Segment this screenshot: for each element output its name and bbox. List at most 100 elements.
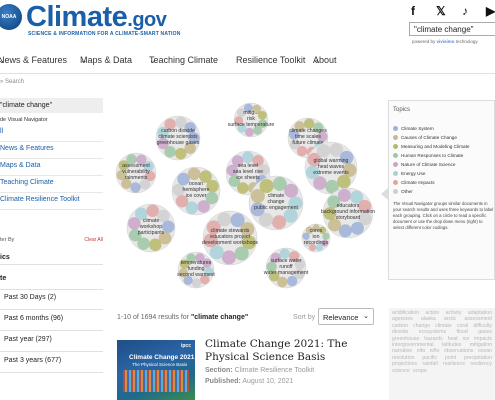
sort-select[interactable]: Relevance ⌄ (318, 308, 374, 325)
result-title[interactable]: Climate Change 2021: The Physical Scienc… (205, 338, 385, 364)
nav-divider (0, 73, 495, 74)
document-bubble[interactable] (242, 151, 254, 163)
date-option-30days[interactable]: Past 30 Days (2) (4, 294, 104, 301)
legend-pointer (381, 188, 388, 200)
bubble-canvas[interactable]: carbon dioxide climate scientists greenhou… (106, 98, 382, 298)
sidebar-active-query[interactable]: "climate change" (0, 98, 103, 113)
cluster-label-line: second warmest (177, 272, 215, 278)
document-bubble[interactable] (217, 212, 232, 227)
nav-news-features[interactable]: News & Features ⌄ (0, 55, 67, 66)
legend-label: Other (401, 189, 413, 194)
legend-item[interactable]: Climate Impacts (393, 180, 435, 185)
legend-item[interactable]: Other (393, 189, 413, 194)
noaa-logo[interactable]: NOAA (0, 4, 22, 30)
legend-dot (393, 180, 398, 185)
document-bubble[interactable] (316, 144, 331, 158)
twitter-icon[interactable]: 𝕏 (436, 4, 446, 18)
legend-item[interactable]: Nature of Climate Science (393, 162, 455, 167)
document-bubble[interactable] (177, 172, 190, 186)
cluster-label[interactable]: assessment vulnerability rainments (122, 163, 150, 181)
main-nav: News & Features ⌄ Maps & Data ⌄ Teaching… (0, 55, 495, 69)
chevron-down-icon: ⌄ (363, 313, 369, 320)
nav-label: Resilience Toolkit (236, 55, 306, 65)
nav-teaching-climate[interactable]: Teaching Climate ⌄ (149, 55, 218, 66)
date-option-year[interactable]: Past year (297) (4, 336, 104, 343)
legend-label: Nature of Climate Science (401, 162, 456, 167)
cluster-label-line: storyboard (336, 215, 361, 221)
sidebar-visual-navigator[interactable]: de Visual Navigator (0, 113, 103, 125)
legend-label: Causes of Climate Change (401, 135, 458, 140)
document-bubble[interactable] (286, 275, 298, 287)
tagline: SCIENCE & INFORMATION FOR A CLIMATE-SMAR… (28, 31, 181, 37)
document-bubble[interactable] (187, 167, 201, 181)
document-bubble[interactable] (234, 246, 249, 261)
document-bubble[interactable] (350, 221, 364, 235)
filter-date[interactable]: te (0, 275, 103, 289)
clear-all-link[interactable]: Clear All (84, 237, 103, 243)
result-published: Published: August 10, 2021 (205, 378, 293, 385)
document-bubble[interactable] (271, 215, 287, 230)
document-bubble[interactable] (322, 232, 330, 240)
legend-dot (393, 126, 398, 131)
sidebar-item-maps[interactable]: Maps & Data (0, 159, 103, 176)
legend-dot (393, 189, 398, 194)
youtube-icon[interactable]: ▶ (486, 4, 495, 18)
sidebar-item-teaching[interactable]: Teaching Climate (0, 176, 103, 193)
document-bubble[interactable] (259, 178, 274, 194)
legend-item[interactable]: Measuring and Modeling Climate (393, 144, 470, 149)
meta-value: August 10, 2021 (242, 378, 294, 385)
thumb-badge: ipcc (180, 343, 191, 349)
document-bubble[interactable] (130, 182, 141, 193)
site-logo[interactable]: Climate.gov (26, 1, 167, 34)
document-bubble[interactable] (175, 147, 187, 160)
tag-cloud[interactable]: acidification action activity adaptation… (389, 308, 495, 400)
nav-about[interactable]: About ⌄ (313, 55, 337, 66)
search-input[interactable] (409, 22, 495, 36)
legend-label: Measuring and Modeling Climate (401, 144, 470, 149)
facebook-icon[interactable]: f (411, 4, 415, 18)
legend-dot (393, 162, 398, 167)
sidebar-item-all[interactable]: ll (0, 125, 103, 142)
document-bubble[interactable] (221, 250, 237, 265)
legend-item[interactable]: Causes of Climate Change (393, 135, 457, 140)
sidebar-item-resilience[interactable]: Climate Resilience Toolkit (0, 193, 103, 210)
document-bubble[interactable] (284, 183, 299, 198)
filter-topics[interactable]: ics (0, 250, 103, 265)
document-bubble[interactable] (197, 200, 210, 213)
document-bubble[interactable] (149, 238, 162, 251)
legend-item[interactable]: Human Responses to Climate (393, 153, 463, 158)
date-option-6months[interactable]: Past 6 months (96) (4, 315, 104, 322)
legend-label: Climate Impacts (401, 180, 435, 185)
cluster-label-line: development workshops (202, 240, 258, 246)
cluster-label-line: rainments (125, 175, 148, 181)
result-thumbnail[interactable]: ipcc Climate Change 2021 The Physical Sc… (117, 340, 195, 400)
document-bubble[interactable] (337, 174, 351, 189)
divider (0, 289, 103, 290)
document-bubble[interactable] (257, 110, 267, 120)
music-icon[interactable]: ♪ (462, 4, 468, 18)
document-bubble[interactable] (191, 278, 202, 288)
nav-label: Teaching Climate (149, 55, 219, 65)
document-bubble[interactable] (337, 188, 351, 202)
date-option-3years[interactable]: Past 3 years (677) (4, 357, 104, 364)
document-bubble[interactable] (146, 204, 159, 218)
document-bubble[interactable] (137, 237, 150, 250)
cluster-label-line: extreme events (313, 170, 349, 176)
legend-item[interactable]: Climate System (393, 126, 434, 131)
cluster-label[interactable]: carbon dioxide climate scientists greenhou… (157, 128, 200, 146)
document-bubble[interactable] (209, 245, 224, 260)
legend-label: Human Responses to Climate (401, 153, 464, 158)
legend-label: Climate System (401, 126, 434, 131)
legend-label: Energy Use (401, 171, 426, 176)
cluster-label-line: ice cover (186, 193, 207, 199)
powered-suffix: technology (455, 39, 478, 44)
visual-navigator[interactable]: carbon dioxide climate scientists greenhou… (106, 98, 382, 298)
sidebar-item-news[interactable]: News & Features (0, 142, 103, 159)
filter-header: ter By Clear All (0, 237, 103, 243)
filter-topics-label: ics (0, 254, 10, 261)
filter-date-label: te (0, 275, 7, 282)
nav-maps-data[interactable]: Maps & Data ⌄ (80, 55, 132, 66)
divider (0, 309, 103, 310)
legend-item[interactable]: Energy Use (393, 171, 426, 176)
cluster-label[interactable]: global warming heat waves extreme events (313, 158, 349, 176)
